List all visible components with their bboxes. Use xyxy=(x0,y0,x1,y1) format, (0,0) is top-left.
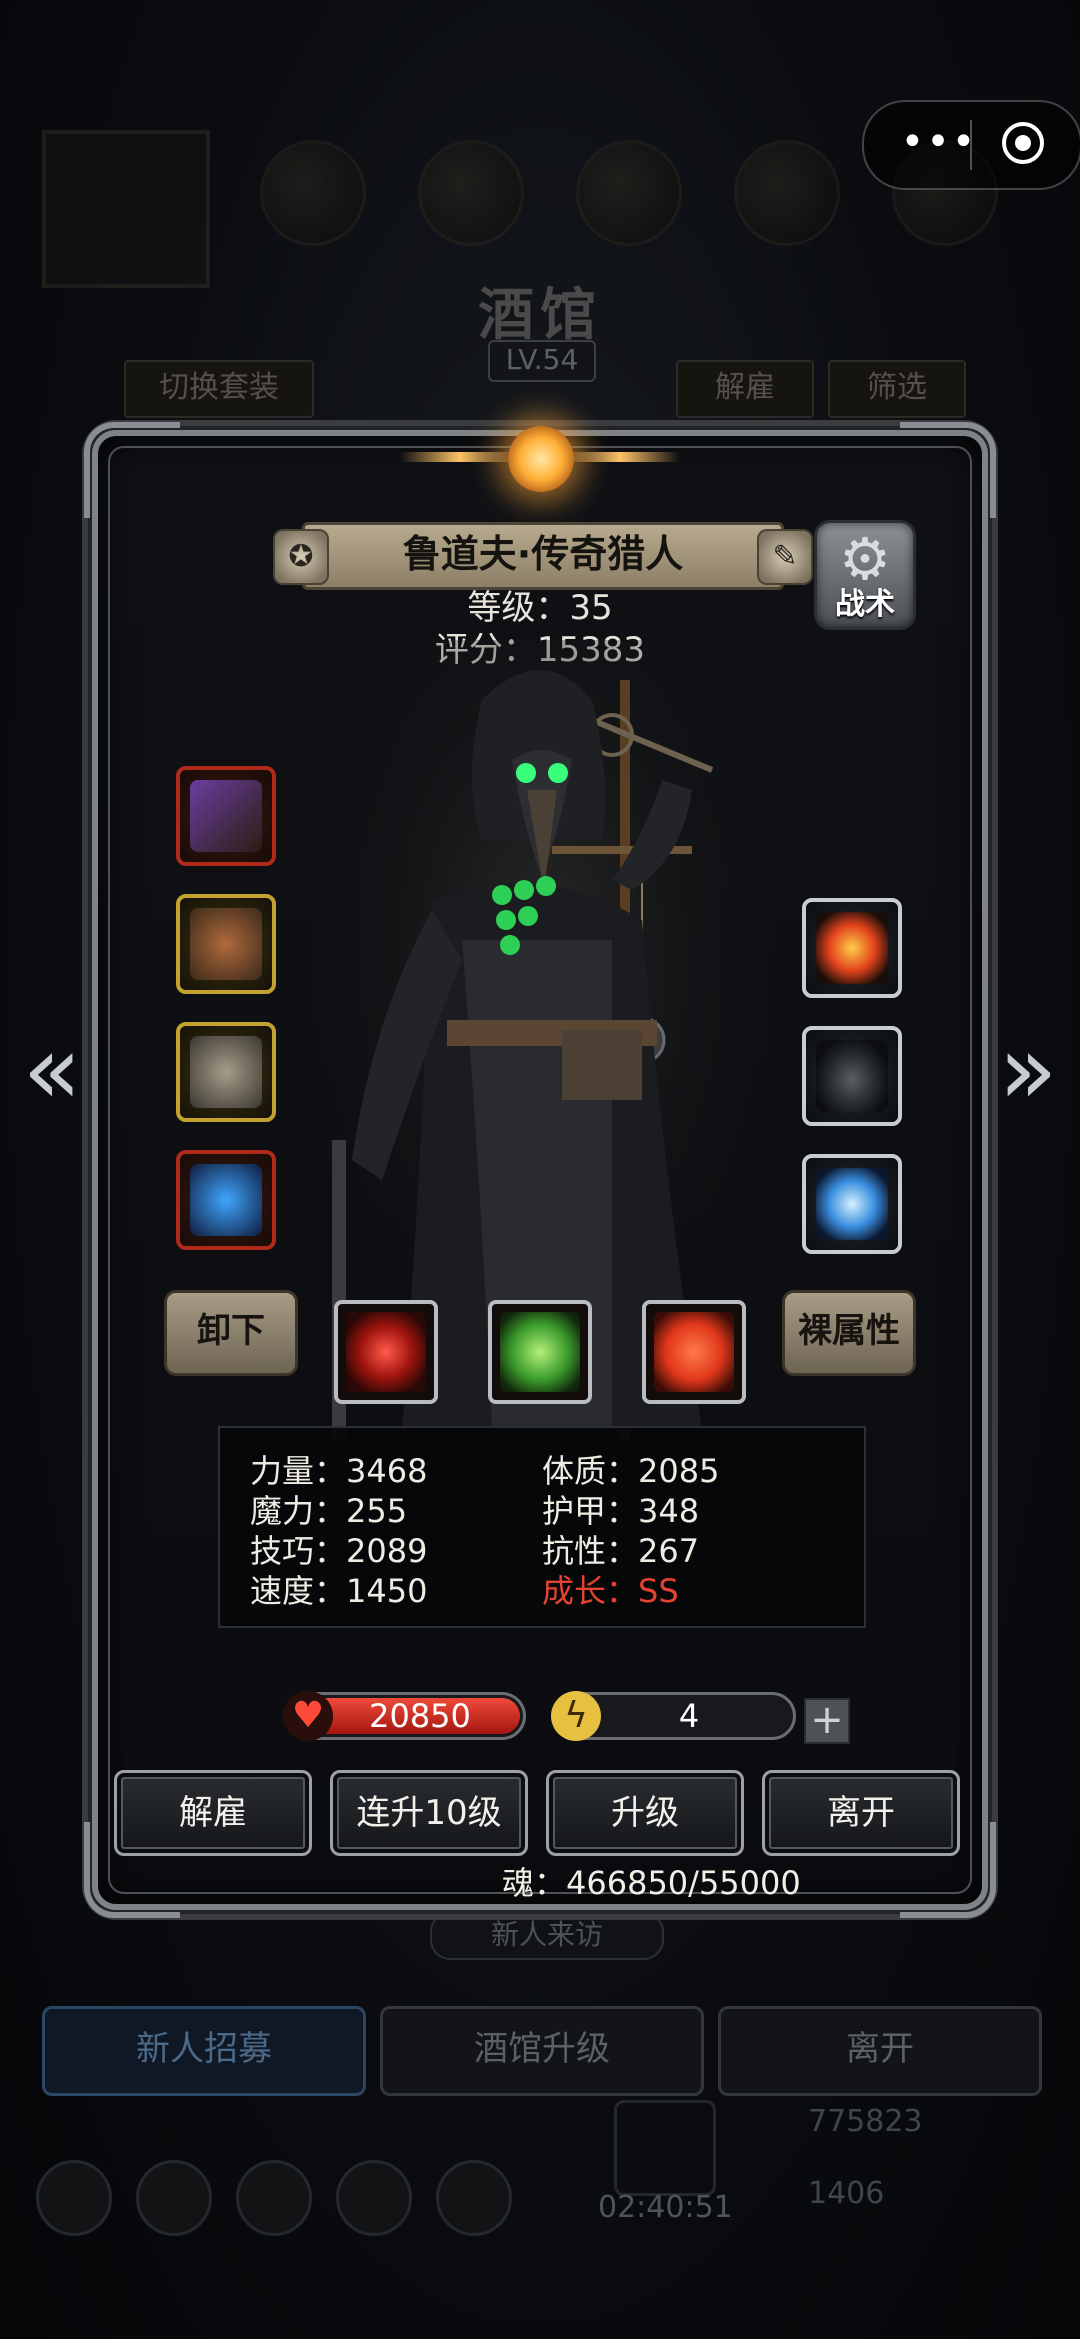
next-hero-arrow[interactable]: » xyxy=(988,1020,1068,1120)
bg-dismiss-button: 解雇 xyxy=(676,360,814,418)
amulet-slot[interactable] xyxy=(176,1150,276,1250)
bg-leave-tab: 离开 xyxy=(718,2006,1042,2096)
target-icon[interactable] xyxy=(1002,122,1044,164)
level-up-button[interactable]: 升级 xyxy=(546,1770,744,1856)
leave-button[interactable]: 离开 xyxy=(762,1770,960,1856)
bottom-nav-icon xyxy=(136,2160,212,2236)
recruit-tab: 新人招募 xyxy=(42,2006,366,2096)
stat-growth: 成长：SS xyxy=(542,1572,679,1610)
hp-value: 20850 xyxy=(369,1697,471,1735)
rune-slot-2[interactable] xyxy=(802,1026,902,1126)
emblem-wing xyxy=(400,452,520,462)
frame-corner xyxy=(900,422,996,518)
tavern-level: LV.54 xyxy=(488,340,596,382)
stats-panel: 力量：3468 魔力：255 技巧：2089 速度：1450 体质：2085 护… xyxy=(218,1426,866,1628)
tactics-button[interactable]: ⚙ 战术 xyxy=(814,520,916,630)
tavern-title: 酒馆 xyxy=(478,282,602,348)
menu-icon xyxy=(734,140,840,246)
ring-slot[interactable] xyxy=(176,1022,276,1122)
chest-icon xyxy=(614,2100,716,2196)
hero-detail-dialog: ✪ 鲁道夫·传奇猎人 ✎ 等级：35 评分：15383 ⚙ 战术 xyxy=(84,422,996,1918)
countdown-timer: 02:40:51 xyxy=(598,2190,733,2225)
prev-hero-arrow[interactable]: « xyxy=(12,1020,92,1120)
skill-slot-1[interactable] xyxy=(334,1300,438,1404)
naked-stats-button[interactable]: 裸属性 xyxy=(782,1290,916,1376)
gem-amount: 1406 xyxy=(808,2176,885,2211)
skill-slot-3[interactable] xyxy=(642,1300,746,1404)
bottom-nav-icon xyxy=(436,2160,512,2236)
bottom-nav-icon xyxy=(236,2160,312,2236)
edit-name-icon[interactable]: ✎ xyxy=(757,529,813,585)
energy-bar: ϟ 4 xyxy=(551,1691,796,1741)
menu-icon xyxy=(576,140,682,246)
bottom-nav-icon xyxy=(336,2160,412,2236)
cross-skill-icon xyxy=(654,1312,734,1392)
frame-corner xyxy=(84,422,180,518)
target-skill-icon xyxy=(346,1312,426,1392)
tavern-upgrade-tab: 酒馆升级 xyxy=(380,2006,704,2096)
lightning-icon: ϟ xyxy=(551,1691,601,1741)
sun-emblem xyxy=(400,408,680,518)
tactics-label: 战术 xyxy=(835,587,895,622)
add-energy-button[interactable]: + xyxy=(804,1698,850,1744)
skill-slot-2[interactable] xyxy=(488,1300,592,1404)
chest-armor-icon xyxy=(190,908,262,980)
miniprogram-capsule: ••• xyxy=(862,100,1080,190)
gold-amount: 775823 xyxy=(808,2104,923,2139)
skull-skill-icon xyxy=(500,1312,580,1392)
bottom-nav-icon xyxy=(36,2160,112,2236)
emblem-wing xyxy=(560,452,680,462)
dismiss-button[interactable]: 解雇 xyxy=(114,1770,312,1856)
musket-icon xyxy=(190,780,262,852)
unequip-button[interactable]: 卸下 xyxy=(164,1290,298,1376)
stone-icon xyxy=(816,1040,888,1112)
sun-icon xyxy=(508,426,574,492)
stat-speed: 速度：1450 xyxy=(250,1572,428,1610)
new-visitor-badge: 新人来访 xyxy=(430,1912,664,1960)
amulet-icon xyxy=(190,1164,262,1236)
fire-rune-icon xyxy=(816,912,888,984)
energy-value: 4 xyxy=(678,1697,700,1735)
soul-counter: 魂：466850/55000 xyxy=(502,1864,801,1902)
weapon-slot[interactable] xyxy=(176,766,276,866)
menu-icon xyxy=(260,140,366,246)
level-up-10-button[interactable]: 连升10级 xyxy=(330,1770,528,1856)
hp-bar: ♥ 20850 xyxy=(283,1691,526,1741)
heart-icon: ♥ xyxy=(283,1691,333,1741)
hero-name: 鲁道夫·传奇猎人 xyxy=(402,532,684,576)
bg-filter-button: 筛选 xyxy=(828,360,966,418)
menu-icon xyxy=(418,140,524,246)
switch-set-button: 切换套装 xyxy=(124,360,314,418)
ring-icon xyxy=(190,1036,262,1108)
rune-slot-1[interactable] xyxy=(802,898,902,998)
crystal-egg-icon xyxy=(816,1168,888,1240)
armor-slot[interactable] xyxy=(176,894,276,994)
rune-slot-3[interactable] xyxy=(802,1154,902,1254)
capsule-divider xyxy=(970,120,972,170)
